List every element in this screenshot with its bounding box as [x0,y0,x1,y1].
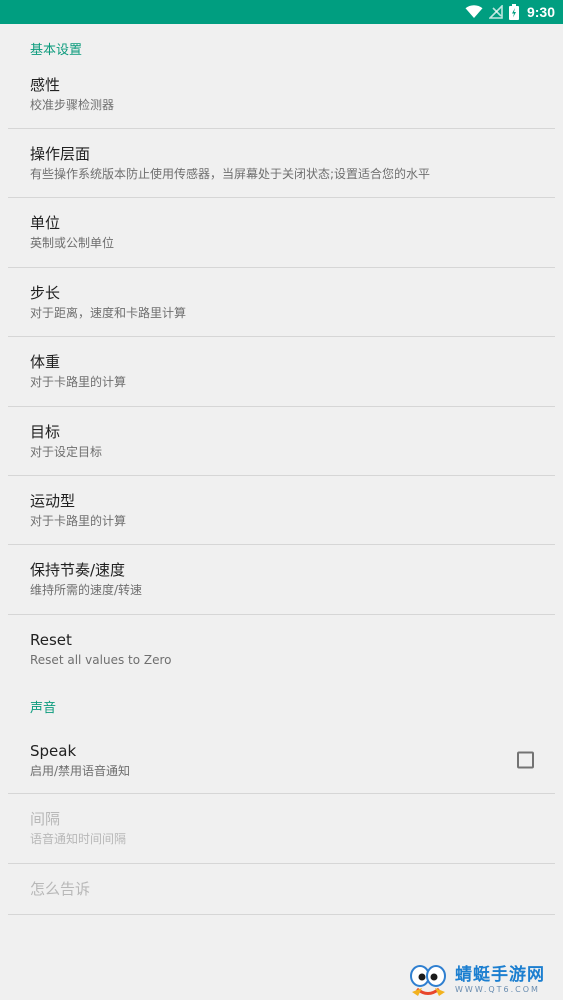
pref-summary: 语音通知时间间隔 [30,832,127,846]
pref-summary: 对于卡路里的计算 [30,375,127,389]
pref-speak[interactable]: Speak 启用/禁用语音通知 [8,727,555,794]
watermark-url: WWW.QT6.COM [455,985,540,994]
pref-title: 体重 [30,353,61,371]
pref-goal[interactable]: 目标 对于设定目标 [8,407,555,476]
pref-summary: 维持所需的速度/转速 [30,583,143,597]
pref-summary: 对于距离，速度和卡路里计算 [30,305,187,320]
pref-units[interactable]: 单位 英制或公制单位 [8,198,555,268]
dragonfly-logo-icon [410,965,446,996]
pref-reset[interactable]: Reset Reset all values to Zero [8,615,555,684]
pref-title: 单位 [30,214,61,232]
pref-title: 保持节奏/速度 [30,561,126,579]
watermark-text: 蜻蜓手游网 [455,965,545,985]
pref-summary: 英制或公制单位 [30,236,115,250]
category-basic-settings: 基本设置 [30,43,83,58]
pref-body-weight[interactable]: 体重 对于卡路里的计算 [8,337,555,407]
pref-title: 操作层面 [30,144,91,163]
pref-title: Speak [30,741,77,760]
pref-summary: 启用/禁用语音通知 [30,763,131,778]
status-bar: 9:30 [0,0,563,24]
speak-checkbox[interactable] [517,751,534,769]
pref-step-length[interactable]: 步长 对于距离，速度和卡路里计算 [8,268,555,337]
pref-title: 感性 [30,75,61,94]
pref-title: Reset [30,631,72,649]
pref-interval: 间隔 语音通知时间间隔 [8,794,555,864]
signal-off-icon [488,5,503,19]
pref-how-to-tell: 怎么告诉 [8,864,555,915]
pref-summary: 对于卡路里的计算 [30,513,127,528]
pref-title: 目标 [30,422,61,441]
pref-title: 怎么告诉 [30,880,91,898]
pref-title: 步长 [30,283,61,302]
pref-summary: Reset all values to Zero [30,653,172,667]
pref-summary: 校准步骤检测器 [30,97,115,112]
battery-icon [508,4,519,20]
watermark: 蜻蜓手游网 WWW.QT6.COM [409,962,559,998]
pref-exercise-type[interactable]: 运动型 对于卡路里的计算 [8,476,555,545]
pref-sensitivity[interactable]: 感性 校准步骤检测器 [8,60,555,129]
category-sound: 声音 [30,701,57,716]
pref-maintain-pace[interactable]: 保持节奏/速度 维持所需的速度/转速 [8,545,555,615]
wifi-icon [465,5,483,18]
pref-title: 运动型 [30,491,76,510]
pref-summary: 对于设定目标 [30,444,103,459]
clock: 9:30 [526,4,555,20]
pref-title: 间隔 [30,810,61,828]
pref-summary: 有些操作系统版本防止使用传感器，当屏幕处于关闭状态;设置适合您的水平 [30,166,431,181]
pref-operation-level[interactable]: 操作层面 有些操作系统版本防止使用传感器，当屏幕处于关闭状态;设置适合您的水平 [8,129,555,198]
settings-list: 基本设置 感性 校准步骤检测器 操作层面 有些操作系统版本防止使用传感器，当屏幕… [0,24,563,915]
